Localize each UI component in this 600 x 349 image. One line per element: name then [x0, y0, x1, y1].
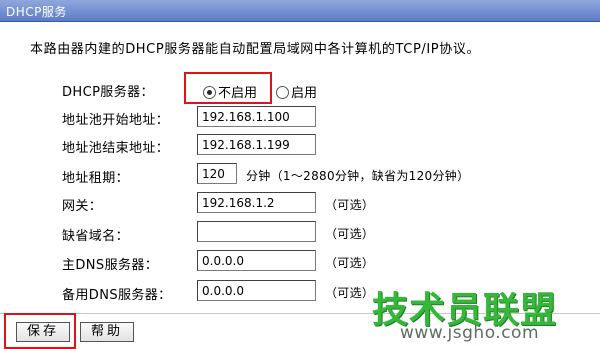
primary-dns-optional: （可选）	[325, 256, 375, 270]
dhcp-enable-radio[interactable]: 启用	[276, 82, 317, 101]
lease-input[interactable]	[197, 163, 237, 184]
gateway-label: 网关：	[62, 199, 103, 214]
pool-start-input[interactable]	[197, 106, 316, 127]
radio-unchecked-icon	[276, 86, 289, 99]
window-titlebar: DHCP服务	[0, 0, 600, 22]
pool-end-label: 地址池结束地址：	[62, 141, 170, 156]
window-title: DHCP服务	[6, 5, 67, 19]
highlight-box-disable	[184, 72, 272, 104]
secondary-dns-label: 备用DNS服务器：	[62, 288, 172, 303]
secondary-dns-input[interactable]	[197, 280, 316, 301]
highlight-box-save	[4, 313, 76, 349]
lease-hint: 分钟（1～2880分钟，缺省为120分钟）	[246, 169, 470, 183]
secondary-dns-optional: （可选）	[325, 286, 375, 300]
primary-dns-label: 主DNS服务器：	[62, 258, 159, 273]
gateway-input[interactable]	[197, 192, 316, 213]
dhcp-enable-label: 启用	[291, 86, 318, 101]
help-button[interactable]: 帮助	[80, 322, 134, 342]
primary-dns-input[interactable]	[197, 250, 316, 271]
description-text: 本路由器内建的DHCP服务器能自动配置局域网中各计算机的TCP/IP协议。	[30, 42, 481, 57]
dhcp-server-label: DHCP服务器：	[62, 85, 154, 100]
pool-start-label: 地址池开始地址：	[62, 113, 170, 128]
lease-label: 地址租期：	[62, 171, 130, 186]
domain-input[interactable]	[197, 221, 316, 242]
pool-end-input[interactable]	[197, 134, 316, 155]
domain-optional: （可选）	[325, 227, 375, 241]
gateway-optional: （可选）	[325, 198, 375, 212]
watermark-url: www.jsgho.com	[400, 323, 540, 343]
domain-label: 缺省域名：	[62, 229, 130, 244]
